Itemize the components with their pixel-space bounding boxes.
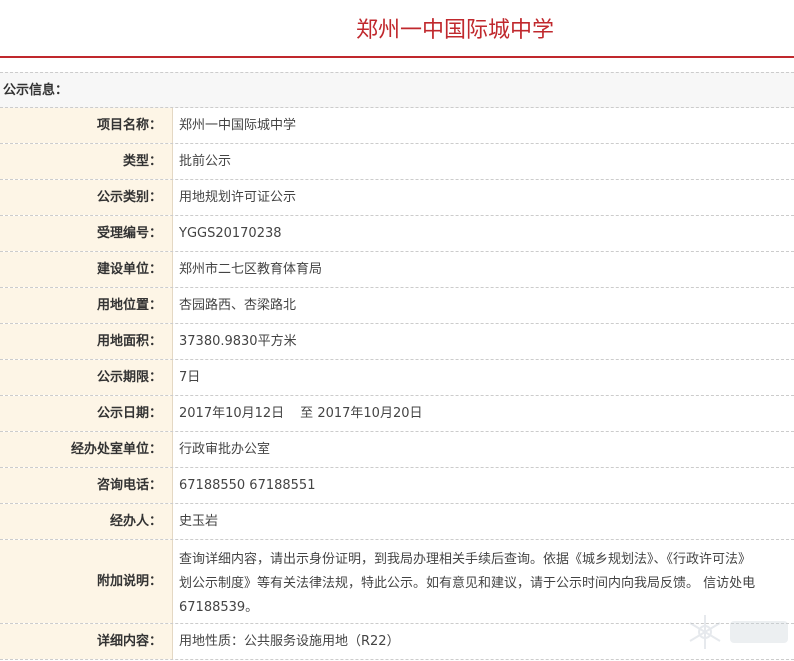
label-cell: 用地位置： <box>0 288 173 323</box>
land-area-value: 37380.9830平方米 <box>179 334 297 349</box>
snowflake-logo-icon <box>689 615 788 649</box>
info-table: 项目名称： 郑州一中国际城中学 类型： 批前公示 公示类别： 用地规划许可证公示… <box>0 108 794 660</box>
notes-line: 查询详细内容，请出示身份证明，到我局办理相关手续后查询。依据《城乡规划法》、《行… <box>179 552 752 567</box>
label-cell: 咨询电话： <box>0 468 173 503</box>
handling-office-label: 经办处室单位： <box>70 442 162 457</box>
label-cell: 经办处室单位： <box>0 432 173 467</box>
contact-phone-label: 咨询电话： <box>96 478 162 493</box>
notice-date-label: 公示日期： <box>96 406 162 421</box>
additional-notes-label: 附加说明： <box>96 574 162 589</box>
info-section-label: 公示信息： <box>3 83 69 98</box>
acceptance-number-label: 受理编号： <box>96 226 162 241</box>
label-cell: 公示日期： <box>0 396 173 431</box>
info-section-header: 公示信息： <box>0 72 794 108</box>
label-cell: 附加说明： <box>0 540 173 623</box>
construction-unit-label: 建设单位： <box>96 262 162 277</box>
row-project-name: 项目名称： 郑州一中国际城中学 <box>0 108 794 144</box>
contact-phone-value: 67188550 67188551 <box>179 478 316 493</box>
label-cell: 项目名称： <box>0 108 173 143</box>
row-handling-office: 经办处室单位： 行政审批办公室 <box>0 432 794 468</box>
type-value: 批前公示 <box>179 154 232 169</box>
notes-line: 划公示制度》等有关法律法规，特此公示。如有意见和建议，请于公示时间内向我局反馈。… <box>179 576 756 591</box>
land-location-value: 杏园路西、杏梁路北 <box>179 298 297 313</box>
notice-period-label: 公示期限： <box>96 370 162 385</box>
handling-office-value: 行政审批办公室 <box>179 442 271 457</box>
project-name-label: 项目名称： <box>96 118 162 133</box>
notice-period-value: 7日 <box>179 370 201 385</box>
row-land-location: 用地位置： 杏园路西、杏梁路北 <box>0 288 794 324</box>
row-handler: 经办人： 史玉岩 <box>0 504 794 540</box>
notice-date-value: 2017年10月12日至 2017年10月20日 <box>179 405 794 423</box>
label-cell: 用地面积： <box>0 324 173 359</box>
handler-value: 史玉岩 <box>179 514 219 529</box>
acceptance-number-value: YGGS20170238 <box>179 226 282 241</box>
label-cell: 类型： <box>0 144 173 179</box>
label-cell: 公示类别： <box>0 180 173 215</box>
label-cell: 详细内容： <box>0 624 173 659</box>
details-label: 详细内容： <box>96 634 162 649</box>
date-from: 2017年10月12日 <box>179 406 285 421</box>
type-label: 类型： <box>122 154 162 169</box>
row-additional-notes: 附加说明： 查询详细内容，请出示身份证明，到我局办理相关手续后查询。依据《城乡规… <box>0 540 794 624</box>
row-notice-category: 公示类别： 用地规划许可证公示 <box>0 180 794 216</box>
row-notice-period: 公示期限： 7日 <box>0 360 794 396</box>
construction-unit-value: 郑州市二七区教育体育局 <box>179 262 323 277</box>
row-notice-date: 公示日期： 2017年10月12日至 2017年10月20日 <box>0 396 794 432</box>
row-details: 详细内容： 用地性质：公共服务设施用地（R22） <box>0 624 794 660</box>
notice-category-label: 公示类别： <box>96 190 162 205</box>
row-construction-unit: 建设单位： 郑州市二七区教育体育局 <box>0 252 794 288</box>
project-name-value: 郑州一中国际城中学 <box>179 118 297 133</box>
land-location-label: 用地位置： <box>96 298 162 313</box>
notice-category-value: 用地规划许可证公示 <box>179 190 297 205</box>
label-cell: 建设单位： <box>0 252 173 287</box>
label-cell: 经办人： <box>0 504 173 539</box>
label-cell: 受理编号： <box>0 216 173 251</box>
row-type: 类型： 批前公示 <box>0 144 794 180</box>
row-land-area: 用地面积： 37380.9830平方米 <box>0 324 794 360</box>
date-to: 2017年10月20日 <box>317 406 423 421</box>
date-separator: 至 <box>300 406 314 421</box>
page-header: 郑州一中国际城中学 <box>0 0 794 58</box>
row-acceptance-number: 受理编号： YGGS20170238 <box>0 216 794 252</box>
row-contact-phone: 咨询电话： 67188550 67188551 <box>0 468 794 504</box>
land-area-label: 用地面积： <box>96 334 162 349</box>
label-cell: 公示期限： <box>0 360 173 395</box>
page-title: 郑州一中国际城中学 <box>356 18 555 43</box>
handler-label: 经办人： <box>109 514 162 529</box>
